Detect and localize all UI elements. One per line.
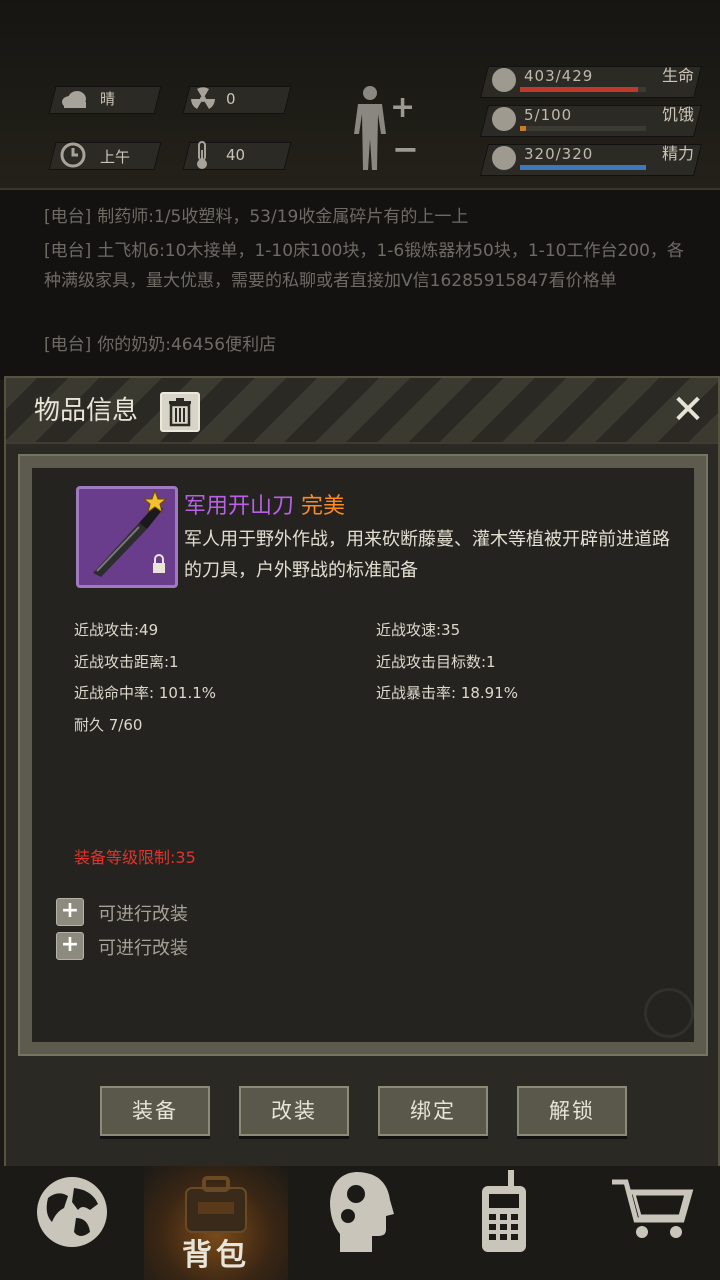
heart-icon	[492, 68, 516, 92]
thermometer-icon	[194, 140, 210, 177]
vital-bar-fill	[520, 165, 646, 170]
mod-slot-label: 可进行改装	[98, 938, 188, 959]
body-figure-icon[interactable]	[348, 84, 392, 176]
walkie-talkie-icon	[482, 1170, 526, 1252]
minus-icon[interactable]: −	[392, 130, 419, 168]
item-panel-inner: 军用开山刀 完美 军人用于野外作战，用来砍断藤蔓、灌木等植被开辟前进道路的刀具，…	[32, 468, 694, 1042]
item-title: 军用开山刀 完美	[184, 492, 345, 522]
time-label: 上午	[100, 148, 131, 166]
vital-name: 饥饿	[662, 105, 695, 124]
level-requirement: 装备等级限制:35	[74, 848, 196, 867]
vital-bar-track	[520, 126, 646, 131]
backpack-icon	[185, 1176, 247, 1233]
status-bar: 晴 0 上午 40 + − 403/429 生命 5/100 饥饿 320/320 精力	[0, 0, 720, 190]
nav-map[interactable]	[0, 1166, 144, 1280]
stat-durability: 耐久 7/60	[74, 716, 143, 734]
item-panel: 军用开山刀 完美 军人用于野外作战，用来砍断藤蔓、灌木等植被开辟前进道路的刀具，…	[18, 454, 708, 1056]
machete-icon[interactable]	[76, 486, 178, 588]
stat-melee-attack: 近战攻击:49	[74, 621, 159, 639]
vital-bar-track	[520, 165, 646, 170]
mod-slot-label: 可进行改装	[98, 904, 188, 925]
bottom-nav: 背包	[0, 1166, 720, 1280]
item-description: 军人用于野外作战，用来砍断藤蔓、灌木等植被开辟前进道路的刀具，户外野战的标准配备	[184, 529, 670, 581]
bind-button[interactable]: 绑定	[378, 1086, 488, 1136]
stat-melee-accuracy: 近战命中率: 101.1%	[74, 684, 217, 702]
stomach-icon	[492, 107, 516, 131]
vital-name: 精力	[662, 144, 695, 163]
vital-bar-track	[520, 87, 646, 92]
nav-backpack-label: 背包	[182, 1238, 250, 1273]
cloud-icon	[60, 86, 88, 119]
stat-melee-targets: 近战攻击目标数:1	[376, 653, 496, 671]
dialog-title: 物品信息	[34, 396, 139, 426]
vital-value: 320/320	[524, 145, 594, 163]
nav-skills[interactable]	[288, 1166, 432, 1280]
radiation-value: 0	[226, 90, 236, 108]
vital-bar-fill	[520, 126, 527, 131]
radiation-icon	[190, 86, 216, 119]
trash-icon[interactable]	[160, 392, 200, 432]
overlay-dim	[0, 190, 720, 380]
nav-shop[interactable]	[576, 1166, 720, 1280]
plus-icon[interactable]: +	[390, 90, 415, 125]
item-info-dialog: 物品信息 ✕ 军用开山刀 完美 军人用于野外作战，用来砍断藤蔓、灌木等植被开辟前…	[4, 376, 720, 1168]
nav-backpack[interactable]: 背包	[144, 1166, 288, 1280]
item-quality: 完美	[301, 494, 346, 519]
unlock-button[interactable]: 解锁	[517, 1086, 627, 1136]
radiation-watermark-icon	[644, 988, 694, 1038]
dialog-header: 物品信息 ✕	[6, 378, 718, 444]
vital-value: 403/429	[524, 67, 594, 85]
brain-icon	[492, 146, 516, 170]
plus-icon[interactable]: +	[56, 898, 84, 926]
clock-icon	[60, 142, 86, 175]
vital-bar-fill	[520, 87, 639, 92]
nav-radio[interactable]	[432, 1166, 576, 1280]
vital-name: 生命	[662, 66, 695, 85]
modify-button[interactable]: 改装	[239, 1086, 349, 1136]
vital-value: 5/100	[524, 106, 573, 124]
item-name: 军用开山刀	[184, 494, 295, 519]
globe-icon	[37, 1177, 107, 1247]
stat-melee-range: 近战攻击距离:1	[74, 653, 179, 671]
equip-button[interactable]: 装备	[100, 1086, 210, 1136]
plus-icon[interactable]: +	[56, 932, 84, 960]
stat-melee-speed: 近战攻速:35	[376, 621, 461, 639]
close-icon[interactable]: ✕	[666, 388, 710, 432]
temperature-value: 40	[226, 146, 246, 164]
cart-icon	[612, 1179, 694, 1238]
stat-melee-crit: 近战暴击率: 18.91%	[376, 684, 519, 702]
head-gears-icon	[330, 1172, 394, 1252]
weather-label: 晴	[100, 90, 116, 108]
